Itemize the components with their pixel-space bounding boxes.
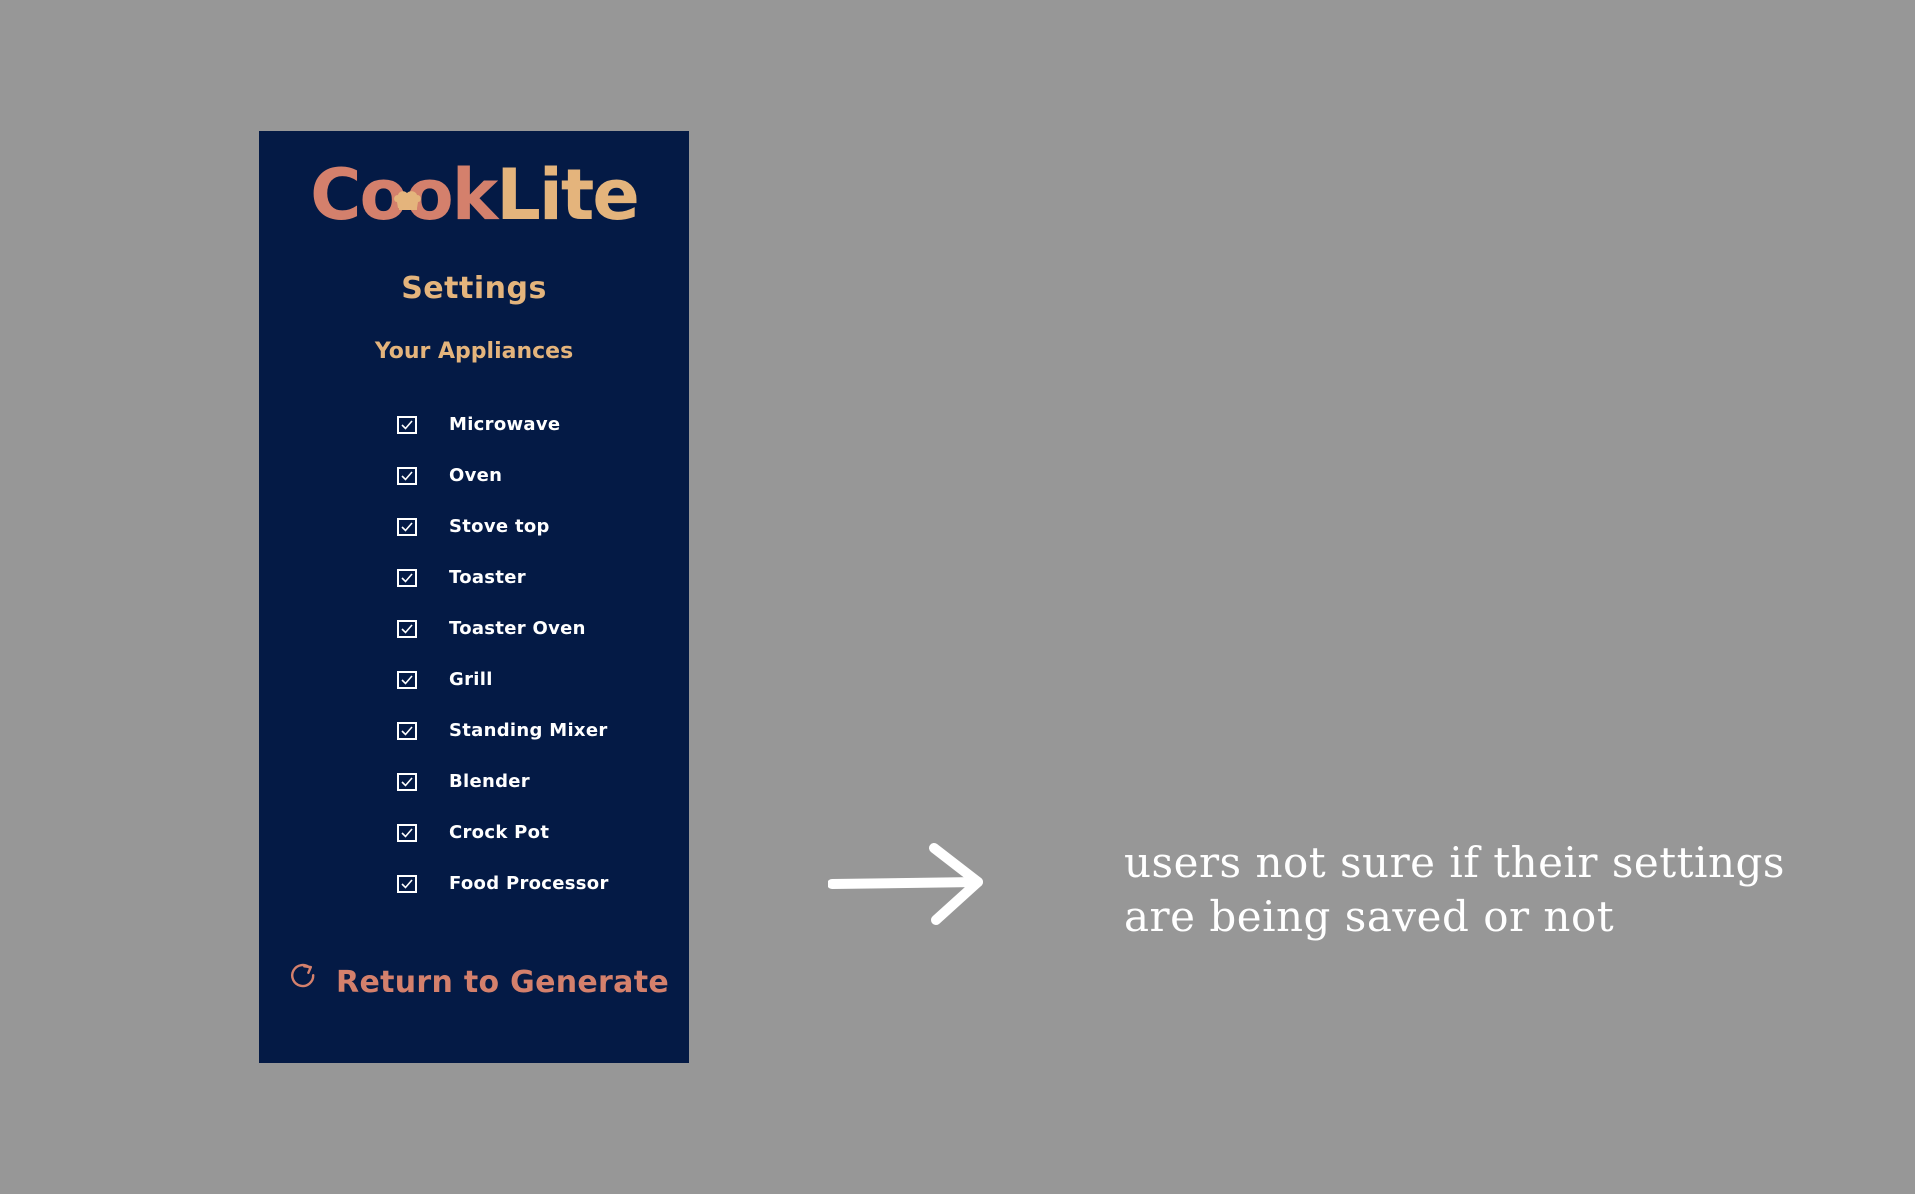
appliances-section-title: Your Appliances xyxy=(374,339,574,364)
logo-text-lite: Lite xyxy=(496,154,640,236)
appliance-item-food-processor[interactable]: Food Processor xyxy=(397,858,677,909)
appliance-list: Microwave Oven Stove top Toaster Toaster… xyxy=(397,399,677,909)
checkbox-checked-icon[interactable] xyxy=(397,721,417,740)
appliance-label: Grill xyxy=(449,669,493,690)
checkbox-checked-icon[interactable] xyxy=(397,772,417,791)
appliance-label: Food Processor xyxy=(449,873,609,894)
appliance-label: Microwave xyxy=(449,414,561,435)
cooklite-logo: CookLite xyxy=(259,160,689,230)
checkbox-checked-icon[interactable] xyxy=(397,670,417,689)
chef-hat-icon xyxy=(394,191,421,210)
appliance-label: Blender xyxy=(449,771,530,792)
checkbox-checked-icon[interactable] xyxy=(397,568,417,587)
settings-panel: CookLite Settings Your Appliances Microw… xyxy=(259,131,689,1063)
appliance-label: Oven xyxy=(449,465,503,486)
checkbox-checked-icon[interactable] xyxy=(397,823,417,842)
appliance-label: Crock Pot xyxy=(449,822,550,843)
appliance-item-toaster-oven[interactable]: Toaster Oven xyxy=(397,603,677,654)
refresh-icon xyxy=(291,963,315,988)
settings-title: Settings xyxy=(401,271,547,306)
checkbox-checked-icon[interactable] xyxy=(397,874,417,893)
annotation-line-1: users not sure if their settings xyxy=(1124,838,1785,887)
checkbox-checked-icon[interactable] xyxy=(397,466,417,485)
appliance-item-standing-mixer[interactable]: Standing Mixer xyxy=(397,705,677,756)
annotation-line-2: are being saved or not xyxy=(1124,892,1615,941)
arrow-right-icon xyxy=(828,843,983,925)
checkbox-checked-icon[interactable] xyxy=(397,619,417,638)
appliance-label: Standing Mixer xyxy=(449,720,608,741)
appliance-item-microwave[interactable]: Microwave xyxy=(397,399,677,450)
appliance-item-toaster[interactable]: Toaster xyxy=(397,552,677,603)
appliance-item-crock-pot[interactable]: Crock Pot xyxy=(397,807,677,858)
return-to-generate-button[interactable]: Return to Generate xyxy=(289,957,669,1007)
annotation-note: users not sure if their settings are bei… xyxy=(1124,836,1864,944)
appliance-item-stove-top[interactable]: Stove top xyxy=(397,501,677,552)
checkbox-checked-icon[interactable] xyxy=(397,517,417,536)
appliance-label: Toaster Oven xyxy=(449,618,586,639)
appliance-label: Toaster xyxy=(449,567,526,588)
appliance-item-blender[interactable]: Blender xyxy=(397,756,677,807)
appliance-item-grill[interactable]: Grill xyxy=(397,654,677,705)
return-to-generate-label: Return to Generate xyxy=(336,964,669,1000)
appliance-label: Stove top xyxy=(449,516,550,537)
checkbox-checked-icon[interactable] xyxy=(397,415,417,434)
appliance-item-oven[interactable]: Oven xyxy=(397,450,677,501)
